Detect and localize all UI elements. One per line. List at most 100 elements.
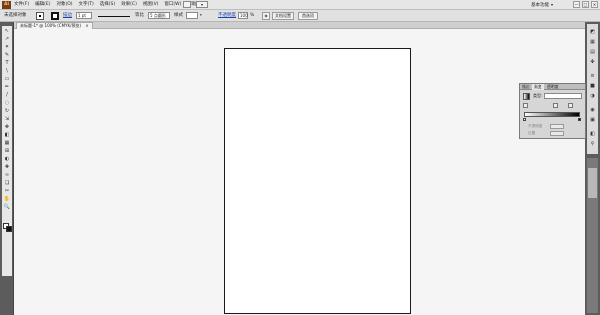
variable-width-label: 等比 (135, 13, 144, 18)
stroke-color-swatch[interactable] (51, 12, 59, 20)
fill-color-swatch[interactable] (36, 12, 44, 20)
right-dock: ◩ ▦ ▤ ✤ ≡ ■ ◑ ◉ ▣ ◧ ⚲ (585, 22, 600, 315)
appearance-panel-icon[interactable]: ◉ (589, 106, 596, 113)
preferences-button[interactable]: 首选项 (298, 12, 318, 20)
gradient-tool-icon[interactable]: ◐ (3, 156, 11, 162)
perspective-grid-tool-icon[interactable]: ▦ (3, 140, 11, 146)
arrange-documents-button[interactable]: ▾ (196, 1, 208, 8)
gradient-stop-white[interactable] (523, 118, 526, 121)
canvas-area[interactable] (14, 29, 585, 315)
menu-object[interactable]: 对象(O) (56, 2, 72, 8)
close-icon[interactable]: × (85, 23, 88, 28)
zoom-tool-icon[interactable]: 🔍 (3, 204, 11, 210)
type-tool-icon[interactable]: T (3, 60, 11, 66)
graphic-styles-icon[interactable]: ▣ (589, 116, 596, 123)
document-setup-button[interactable]: 文档设置 (272, 12, 294, 20)
color-panel-icon[interactable]: ◩ (589, 28, 596, 35)
control-bar: 未选择对象 描边 1 pt 等比 5 点圆形 样式 ▾ 不透明度 100 % ◈… (0, 10, 600, 22)
aspect-icon[interactable] (568, 103, 573, 108)
rotate-tool-icon[interactable]: ↻ (3, 108, 11, 114)
stop-opacity-field[interactable] (550, 124, 564, 129)
gradient-options-row (523, 103, 583, 109)
menu-file[interactable]: 文件(F) (14, 2, 29, 8)
pen-tool-icon[interactable]: ✎ (3, 52, 11, 58)
scale-tool-icon[interactable]: ⇲ (3, 116, 11, 122)
brushes-panel-icon[interactable]: ✤ (589, 58, 596, 65)
pencil-tool-icon[interactable]: ✏ (3, 84, 11, 90)
document-tab-bar: 未标题-1* @ 100% (CMYK/预览) × (14, 22, 585, 29)
fill-stroke-widget[interactable] (3, 223, 12, 232)
eyedropper-tool-icon[interactable]: ✚ (3, 164, 11, 170)
gradient-panel: 描边 渐变 透明度 类型: 不透明度 位置 (519, 83, 586, 139)
artboard-tool-icon[interactable]: ❏ (3, 180, 11, 186)
menu-select[interactable]: 选择(S) (100, 2, 115, 8)
tab-stroke[interactable]: 描边 (520, 84, 532, 90)
tab-gradient[interactable]: 渐变 (532, 84, 544, 90)
position-label: 位置 (528, 131, 536, 135)
links-panel-icon[interactable]: ⚲ (589, 140, 596, 147)
swatches-panel-icon[interactable]: ▤ (589, 48, 596, 55)
shape-builder-tool-icon[interactable]: ◧ (3, 132, 11, 138)
gradient-preview-swatch[interactable] (523, 93, 530, 100)
opacity-label: 不透明度 (528, 124, 543, 128)
gradient-panel-icon[interactable]: ■ (589, 82, 596, 89)
menu-items: 文件(F) 编辑(E) 对象(O) 文字(T) 选择(S) 效果(C) 视图(V… (14, 2, 209, 8)
stop-position-field[interactable] (550, 131, 564, 136)
menu-bar: Ai 文件(F) 编辑(E) 对象(O) 文字(T) 选择(S) 效果(C) 视… (0, 0, 600, 10)
stroke-box[interactable] (6, 226, 12, 232)
bridge-button[interactable] (183, 1, 191, 8)
dock-scrollbar[interactable] (587, 158, 598, 313)
opacity-link[interactable]: 不透明度 (218, 13, 236, 19)
close-button[interactable]: ✕ (591, 1, 598, 8)
free-transform-tool-icon[interactable]: ✥ (3, 124, 11, 130)
paintbrush-tool-icon[interactable]: / (3, 92, 11, 98)
blend-tool-icon[interactable]: ∞ (3, 172, 11, 178)
transparency-panel-icon[interactable]: ◑ (589, 92, 596, 99)
gradient-slider[interactable] (524, 112, 580, 117)
style-label: 样式 (174, 13, 183, 18)
direct-selection-tool-icon[interactable]: ↗ (3, 36, 11, 42)
app-logo: Ai (2, 1, 11, 9)
artboard[interactable] (224, 48, 411, 314)
menu-window[interactable]: 窗口(W) (164, 2, 181, 8)
stroke-panel-icon[interactable]: ≡ (589, 72, 596, 79)
rectangle-tool-icon[interactable]: ▭ (3, 76, 11, 82)
chevron-down-icon: ▾ (551, 2, 554, 7)
menu-edit[interactable]: 编辑(E) (35, 2, 50, 8)
menu-type[interactable]: 文字(T) (79, 2, 94, 8)
mesh-tool-icon[interactable]: ⊞ (3, 148, 11, 154)
blob-brush-tool-icon[interactable]: ◌ (3, 100, 11, 106)
recolor-icon[interactable]: ◈ (262, 12, 270, 20)
scrollbar-thumb[interactable] (588, 168, 597, 198)
style-swatch[interactable] (186, 12, 198, 19)
document-tab[interactable]: 未标题-1* @ 100% (CMYK/预览) × (16, 22, 93, 29)
stroke-weight-field[interactable]: 1 pt (76, 12, 92, 19)
menu-view[interactable]: 视图(V) (143, 2, 159, 8)
window-controls: — □ ✕ (571, 1, 598, 8)
stroke-link[interactable]: 描边 (63, 13, 72, 19)
opacity-field[interactable]: 100 (238, 12, 248, 19)
tab-transparency[interactable]: 透明度 (545, 84, 560, 90)
selection-status: 未选择对象 (4, 13, 27, 18)
angle-icon[interactable] (553, 103, 558, 108)
scissors-tool-icon[interactable]: ✂ (3, 188, 11, 194)
hand-tool-icon[interactable]: ✋ (3, 196, 11, 202)
dock-icons: ◩ ▦ ▤ ✤ ≡ ■ ◑ ◉ ▣ ◧ ⚲ (587, 24, 598, 154)
stroke-gradient-icon[interactable] (523, 103, 528, 108)
gradient-type-select[interactable] (544, 93, 582, 99)
color-guide-icon[interactable]: ▦ (589, 38, 596, 45)
gradient-panel-tabs: 描边 渐变 透明度 (520, 84, 585, 90)
layers-panel-icon[interactable]: ◧ (589, 130, 596, 137)
menu-effect[interactable]: 效果(C) (121, 2, 137, 8)
line-tool-icon[interactable]: \ (3, 68, 11, 74)
tools-strip: ↖ ↗ ✶ ✎ T \ ▭ ✏ / ◌ ↻ ⇲ ✥ ◧ ▦ ⊞ ◐ ✚ ∞ ❏ … (2, 26, 12, 276)
selection-tool-icon[interactable]: ↖ (3, 28, 11, 34)
minimize-button[interactable]: — (573, 1, 580, 8)
brush-definition-field[interactable]: 5 点圆形 (148, 12, 170, 19)
maximize-button[interactable]: □ (582, 1, 589, 8)
stroke-profile-line[interactable] (98, 16, 130, 17)
document-tab-title: 未标题-1* @ 100% (CMYK/预览) (20, 23, 82, 28)
magic-wand-tool-icon[interactable]: ✶ (3, 44, 11, 50)
gradient-stop-black[interactable] (578, 118, 581, 121)
workspace-switcher[interactable]: 基本功能 (531, 2, 549, 8)
